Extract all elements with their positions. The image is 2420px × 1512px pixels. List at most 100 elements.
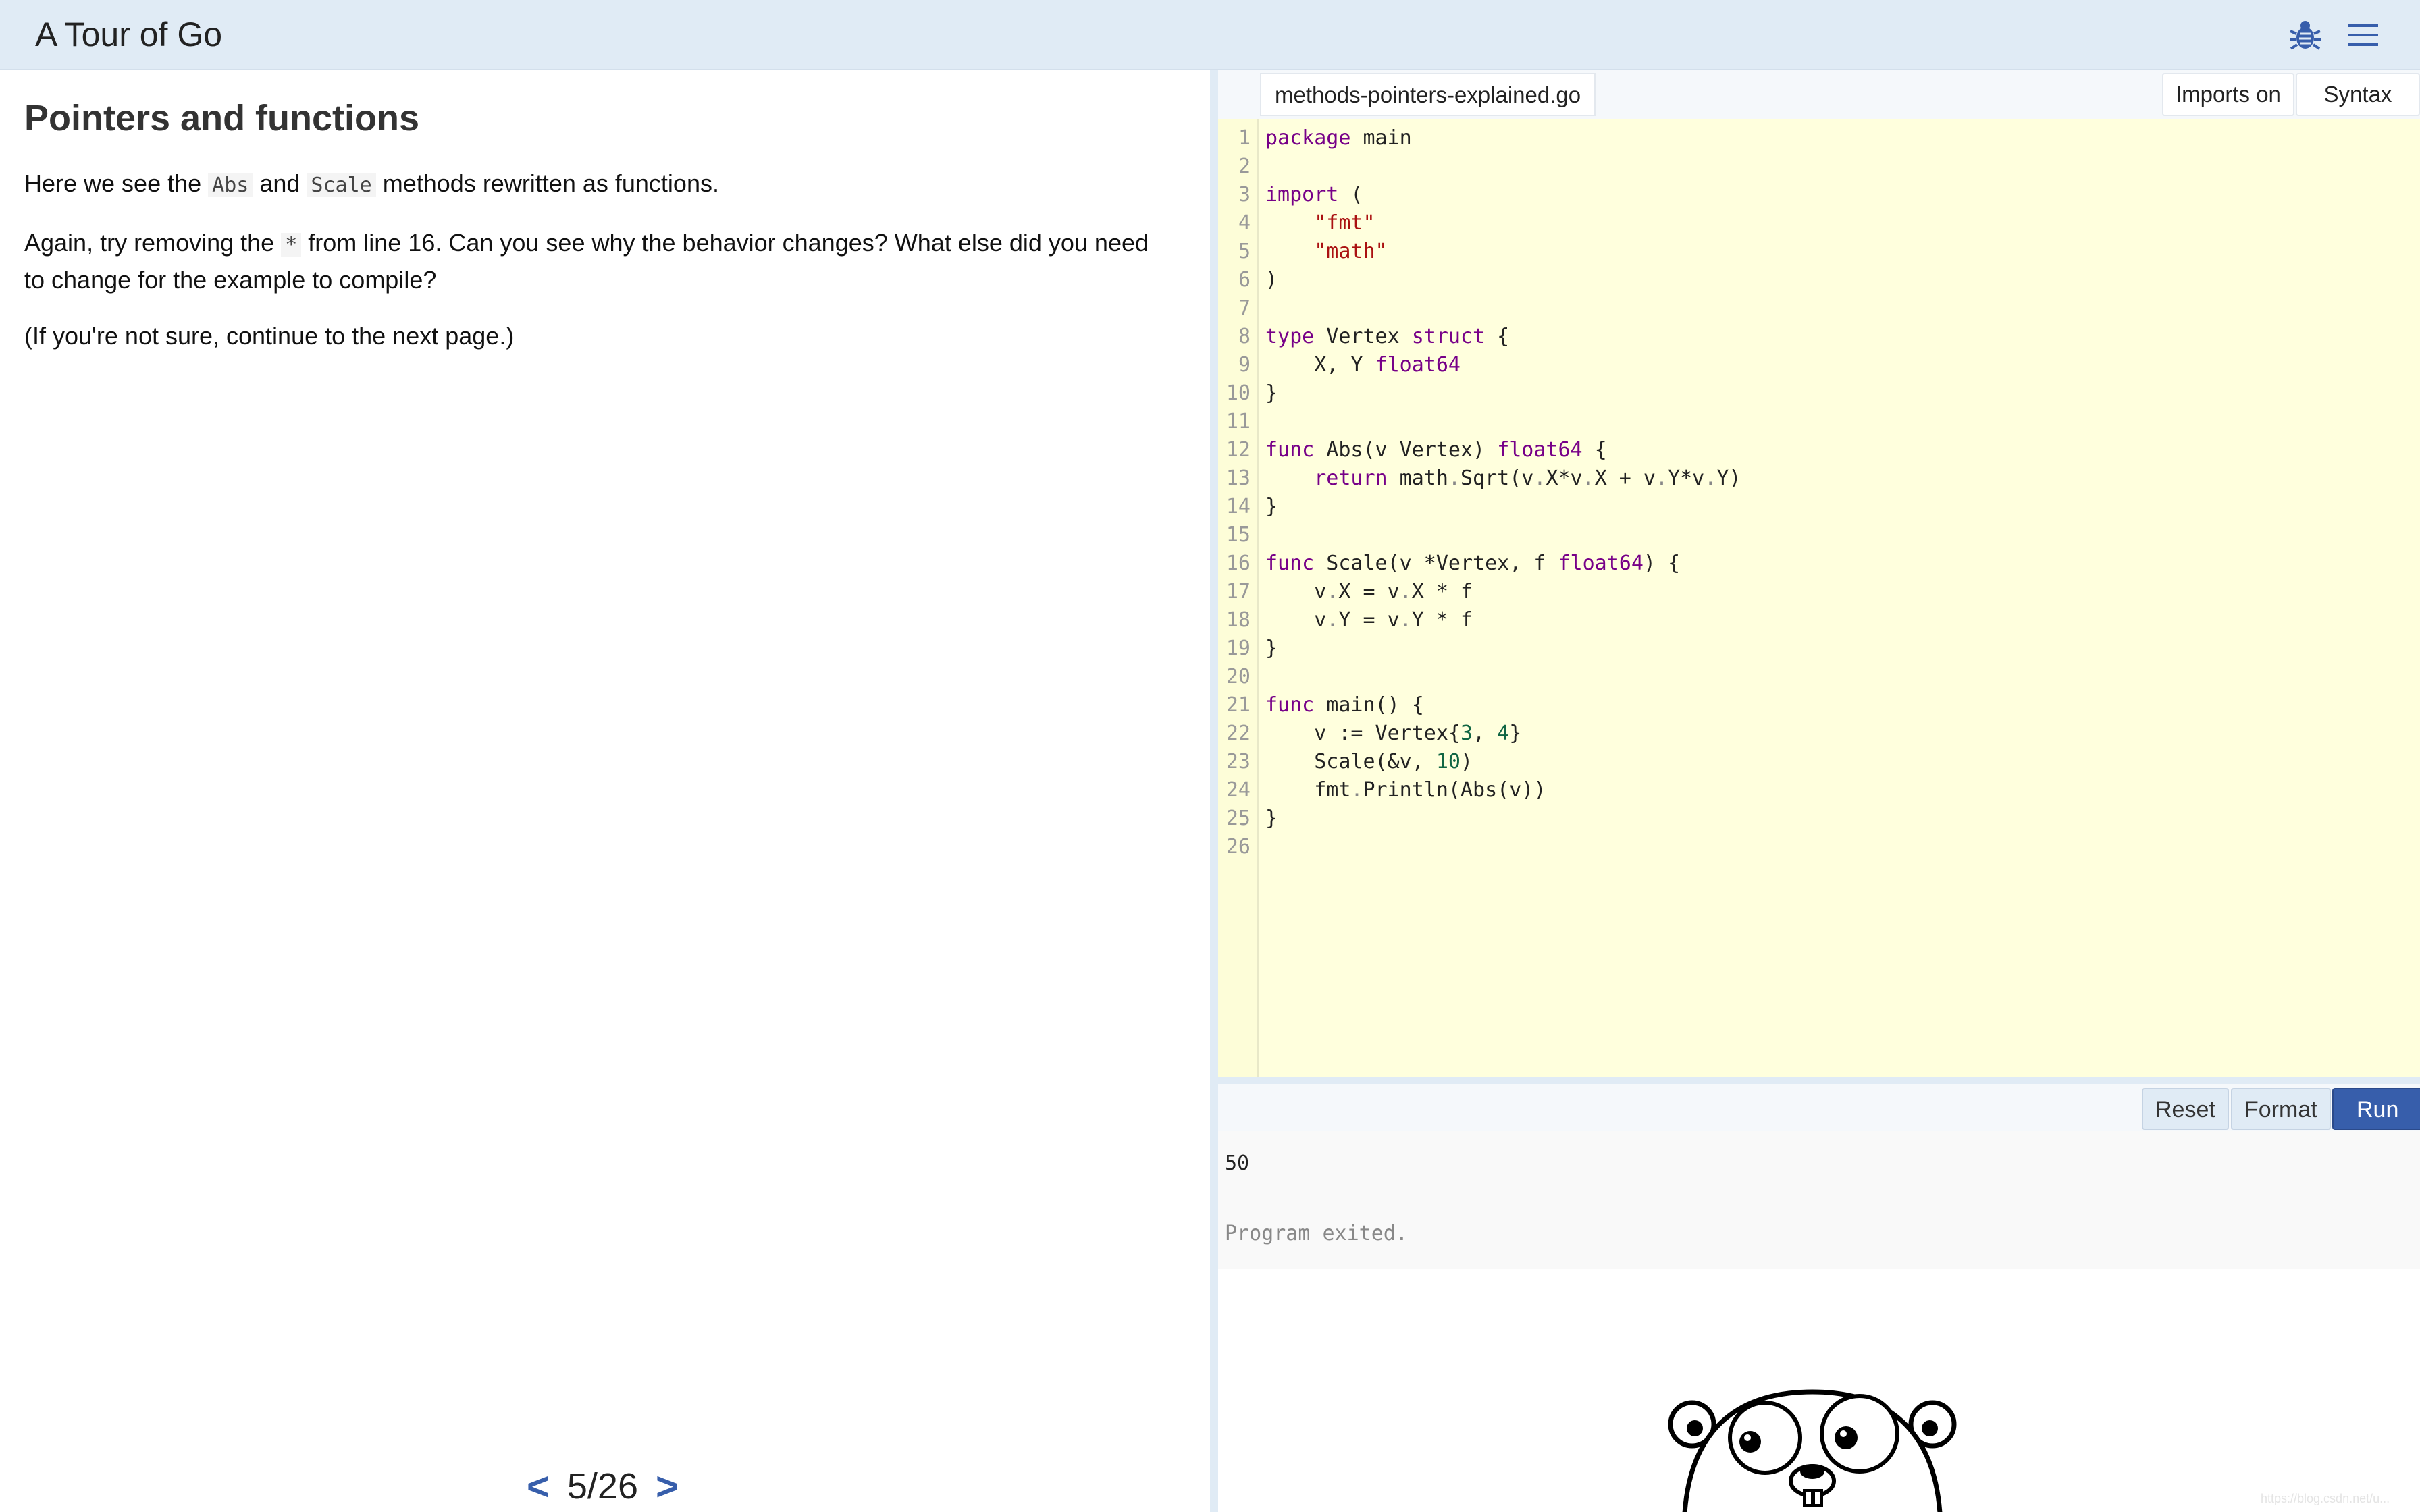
code-line[interactable]: 9 X, Y float64 <box>1218 351 2420 379</box>
code-line[interactable]: 11 <box>1218 408 2420 436</box>
code-editor[interactable]: 1 package main 2 3 import (4 "fmt" 5 "math" 6)… <box>1218 119 2420 1077</box>
code-text: } <box>1265 381 1278 405</box>
pane-divider[interactable] <box>1210 70 1218 1512</box>
code-text: "math" <box>1314 240 1388 263</box>
next-page-link[interactable]: > <box>656 1464 679 1509</box>
line-number: 26 <box>1226 835 1251 859</box>
output-status: Program exited. <box>1225 1222 1408 1245</box>
code-text: import ( <box>1265 183 1363 207</box>
code-text: return math.Sqrt(v.X*v.X + v.Y*v.Y) <box>1314 466 1741 490</box>
lesson-pager: < 5/26 > <box>527 1462 679 1511</box>
code-text: package main <box>1265 126 1412 150</box>
line-number: 6 <box>1238 268 1251 292</box>
line-number: 7 <box>1238 296 1251 320</box>
gopher-area <box>1218 1269 2420 1512</box>
run-button[interactable]: Run <box>2332 1088 2420 1130</box>
output-result: 50 <box>1225 1152 1250 1175</box>
inline-code-abs: Abs <box>208 173 253 197</box>
line-number: 24 <box>1226 778 1251 802</box>
code-line[interactable]: 10} <box>1218 379 2420 408</box>
code-line[interactable]: 3 import ( <box>1218 181 2420 209</box>
code-text: v.X = v.X * f <box>1265 580 1473 603</box>
code-text: } <box>1265 637 1278 660</box>
line-number: 16 <box>1226 551 1251 575</box>
code-line[interactable]: 6) <box>1218 266 2420 294</box>
app-title[interactable]: A Tour of Go <box>35 15 222 54</box>
code-text: Scale(&v, 10) <box>1265 750 1473 774</box>
inline-code-asterisk: * <box>281 233 302 256</box>
line-number: 17 <box>1226 580 1251 603</box>
line-number: 3 <box>1238 183 1251 207</box>
lesson-pane: Pointers and functions Here we see the A… <box>0 70 1210 1512</box>
code-line[interactable]: 15 <box>1218 521 2420 549</box>
code-text: ) <box>1265 268 1278 292</box>
code-line[interactable]: 8 type Vertex struct { <box>1218 323 2420 351</box>
editor-header: methods-pointers-explained.go Imports on… <box>1218 70 2420 147</box>
line-number: 12 <box>1226 438 1251 462</box>
code-text: func Abs(v Vertex) float64 { <box>1265 438 1607 462</box>
reset-button[interactable]: Reset <box>2142 1088 2229 1130</box>
line-number: 20 <box>1226 665 1251 688</box>
inline-code-scale: Scale <box>307 173 376 197</box>
editor-splitter[interactable] <box>1218 1077 2420 1084</box>
code-text: v := Vertex{3, 4} <box>1265 722 1522 745</box>
line-number: 2 <box>1238 155 1251 178</box>
line-number: 22 <box>1226 722 1251 745</box>
code-text: v.Y = v.Y * f <box>1265 608 1473 632</box>
code-line[interactable]: 17 v.X = v.X * f <box>1218 578 2420 606</box>
code-line[interactable]: 5 "math" <box>1218 238 2420 266</box>
line-number: 4 <box>1238 211 1251 235</box>
code-text: type Vertex struct { <box>1265 325 1510 348</box>
lesson-title: Pointers and functions <box>24 98 420 138</box>
code-line[interactable]: 16 func Scale(v *Vertex, f float64) { <box>1218 549 2420 578</box>
code-line[interactable]: 7 <box>1218 294 2420 323</box>
code-line[interactable]: 1 package main <box>1218 124 2420 153</box>
top-bar: A Tour of Go <box>0 0 2420 70</box>
line-number: 9 <box>1238 353 1251 377</box>
gopher-mascot-icon <box>1668 1389 1957 1512</box>
line-number: 18 <box>1226 608 1251 632</box>
code-line[interactable]: 24 fmt.Println(Abs(v)) <box>1218 776 2420 805</box>
line-number: 15 <box>1226 523 1251 547</box>
code-text: } <box>1265 495 1278 518</box>
line-number: 10 <box>1226 381 1251 405</box>
line-number: 5 <box>1238 240 1251 263</box>
file-tab[interactable]: methods-pointers-explained.go <box>1260 73 1596 116</box>
code-text: fmt.Println(Abs(v)) <box>1265 778 1546 802</box>
lesson-paragraph-2: Again, try removing the * from line 16. … <box>24 229 1149 294</box>
code-line[interactable]: 14} <box>1218 493 2420 521</box>
code-line[interactable]: 18 v.Y = v.Y * f <box>1218 606 2420 634</box>
code-line[interactable]: 23 Scale(&v, 10) <box>1218 748 2420 776</box>
code-line[interactable]: 19} <box>1218 634 2420 663</box>
format-button[interactable]: Format <box>2231 1088 2331 1130</box>
code-line[interactable]: 26 <box>1218 833 2420 861</box>
lesson-paragraph-1: Here we see the Abs and Scale methods re… <box>24 169 719 197</box>
hamburger-menu-icon[interactable] <box>2346 18 2381 53</box>
code-line[interactable]: 13 return math.Sqrt(v.X*v.X + v.Y*v.Y) <box>1218 464 2420 493</box>
line-number: 25 <box>1226 807 1251 830</box>
code-line[interactable]: 2 <box>1218 153 2420 181</box>
code-text: X, Y float64 <box>1265 353 1461 377</box>
code-text: func main() { <box>1265 693 1424 717</box>
code-line[interactable]: 20 <box>1218 663 2420 691</box>
line-number: 11 <box>1226 410 1251 433</box>
bug-icon[interactable] <box>2288 18 2323 53</box>
code-line[interactable]: 4 "fmt" <box>1218 209 2420 238</box>
code-line[interactable]: 22 v := Vertex{3, 4} <box>1218 720 2420 748</box>
code-line[interactable]: 12 func Abs(v Vertex) float64 { <box>1218 436 2420 464</box>
code-line[interactable]: 25} <box>1218 805 2420 833</box>
line-number: 21 <box>1226 693 1251 717</box>
code-text: func Scale(v *Vertex, f float64) { <box>1265 551 1681 575</box>
line-number: 14 <box>1226 495 1251 518</box>
line-number: 1 <box>1238 126 1251 150</box>
code-line[interactable]: 21 func main() { <box>1218 691 2420 720</box>
syntax-toggle-button[interactable]: Syntax on <box>2296 73 2420 147</box>
editor-action-bar: Reset Format Run <box>1218 1084 2420 1131</box>
watermark-text: https://blog.csdn.net/u... <box>2261 1492 2390 1505</box>
line-number: 19 <box>1226 637 1251 660</box>
prev-page-link[interactable]: < <box>527 1464 550 1509</box>
code-text: } <box>1265 807 1278 830</box>
imports-toggle-button[interactable]: Imports on <box>2162 73 2294 116</box>
line-number: 23 <box>1226 750 1251 774</box>
lesson-paragraph-3: (If you're not sure, continue to the nex… <box>24 322 515 350</box>
